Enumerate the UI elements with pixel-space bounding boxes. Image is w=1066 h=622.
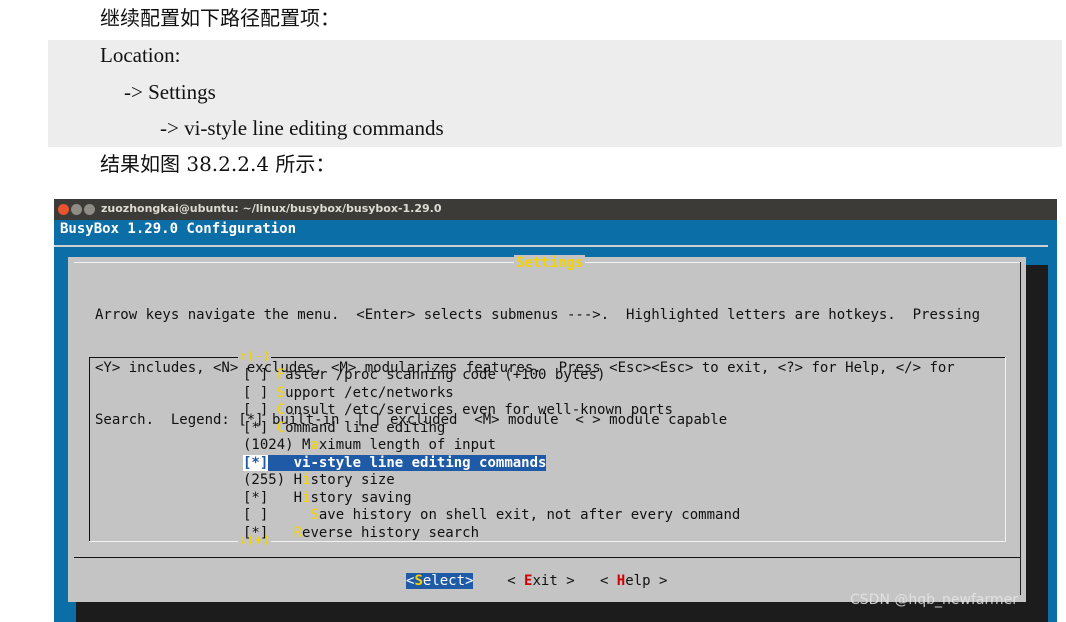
menu-item-label: i-style line editing commands	[302, 454, 547, 471]
menu-item-label: story saving	[310, 489, 412, 506]
menu-box-right	[1005, 357, 1006, 542]
menu-item-selected[interactable]: [*] vi-style line editing commands	[243, 454, 740, 473]
dialog-title: Settings	[514, 255, 586, 271]
code-box: Location: -> Settings -> vi-style line e…	[48, 40, 1062, 147]
path-vi-style: -> vi-style line editing commands	[160, 116, 444, 140]
scroll-up-indicator[interactable]: ↑(-)	[238, 349, 272, 364]
menu-item[interactable]: [ ] Consult /etc/services even for well-…	[243, 402, 740, 420]
close-icon[interactable]	[58, 204, 69, 215]
terminal-window: zuozhongkai@ubuntu: ~/linux/busybox/busy…	[54, 199, 1057, 622]
menu-item-hotkey: a	[310, 437, 319, 453]
menu-item-label: aster /proc scanning code (+100 bytes)	[285, 367, 606, 383]
help-button[interactable]: < Help >	[600, 573, 667, 589]
menu-item-hotkey: F	[276, 367, 286, 383]
menu-item-label: everse history search	[302, 524, 480, 541]
terminal-screen[interactable]: BusyBox 1.29.0 Configuration Settings Ar…	[54, 220, 1057, 622]
menu-item[interactable]: (1024) Maximum length of input	[243, 437, 740, 455]
menu-item-prefix: [ ]	[243, 507, 311, 523]
menu-item-prefix: [ ]	[243, 367, 277, 383]
menu-item-hotkey: C	[276, 419, 286, 436]
exit-label: xit	[532, 573, 558, 589]
watermark: CSDN @hqb_newfarmer	[850, 592, 1018, 608]
help-line: Arrow keys navigate the menu. <Enter> se…	[95, 307, 981, 323]
button-separator	[74, 557, 1020, 558]
window-title: zuozhongkai@ubuntu: ~/linux/busybox/busy…	[101, 202, 442, 215]
help-open: <	[599, 573, 617, 589]
menu-item-hotkey: C	[276, 402, 286, 418]
menu-item-prefix: (1024) M	[243, 437, 311, 453]
menu-item[interactable]: [*] History saving	[243, 490, 740, 508]
doc-result: 结果如图 38.2.2.4 所示：	[100, 152, 336, 176]
help-hotkey: H	[616, 573, 626, 589]
location-label: Location:	[100, 43, 181, 67]
menu-item[interactable]: [ ] Faster /proc scanning code (+100 byt…	[243, 367, 740, 385]
menu-box: ↑(-) ↓(+) [ ] Faster /proc scanning code…	[89, 349, 1006, 548]
select-hotkey: S	[414, 573, 423, 589]
menu-item-prefix: [ ]	[243, 402, 277, 418]
menu-item-label: ommand line editing	[285, 419, 446, 436]
menu-item-label: ave history on shell exit, not after eve…	[318, 507, 741, 523]
exit-close: >	[557, 573, 575, 589]
menu-box-top	[89, 357, 1006, 358]
menu-item-prefix: (255) H	[243, 472, 303, 488]
cursor: [*]	[243, 454, 269, 471]
menu-item-prefix: [ ]	[243, 384, 277, 401]
title-rule	[54, 245, 1048, 247]
minimize-icon[interactable]	[71, 204, 82, 215]
path-settings: -> Settings	[124, 80, 216, 104]
menu-item-hotkey: S	[310, 507, 319, 523]
menu-box-left	[89, 357, 90, 542]
dialog-shadow-right	[1026, 265, 1048, 622]
exit-button[interactable]: < Exit >	[507, 573, 574, 589]
selected-highlight: [*] vi-style line editing commands	[243, 454, 547, 471]
select-label: elect	[422, 573, 466, 589]
menu-item-label: upport /etc/networks	[285, 384, 454, 401]
menu-item[interactable]: [*] Reverse history search	[243, 525, 740, 543]
settings-dialog: Settings Arrow keys navigate the menu. <…	[68, 255, 1026, 602]
help-label: elp	[625, 573, 651, 589]
menu-item-label: onsult /etc/services even for well-known…	[285, 402, 673, 418]
menu-item-hotkey: S	[276, 384, 286, 401]
exit-open: <	[507, 573, 525, 589]
button-row: <Select> < Exit > < Help >	[406, 573, 667, 589]
help-close: >	[650, 573, 668, 589]
menu-item-prefix: [*]	[243, 524, 294, 541]
menu-item-hotkey: v	[293, 454, 303, 471]
menu-item[interactable]: [ ] Save history on shell exit, not afte…	[243, 507, 740, 525]
config-title: BusyBox 1.29.0 Configuration	[60, 221, 297, 237]
menu-item[interactable]: [ ] Support /etc/networks	[243, 385, 740, 403]
menu-items: [ ] Faster /proc scanning code (+100 byt…	[243, 367, 740, 542]
menu-item-label: ximum length of input	[318, 437, 496, 453]
dialog-border-right	[1020, 262, 1021, 595]
doc-intro: 继续配置如下路径配置项：	[100, 6, 340, 30]
menu-item-prefix: [*]	[243, 419, 277, 436]
menu-item-prefix: [*] H	[243, 489, 303, 506]
menu-item[interactable]: (255) History size	[243, 472, 740, 490]
window-titlebar[interactable]: zuozhongkai@ubuntu: ~/linux/busybox/busy…	[54, 199, 1057, 220]
menu-item-hotkey: R	[293, 524, 303, 541]
menu-item-label: story size	[310, 472, 395, 488]
maximize-icon[interactable]	[84, 204, 95, 215]
select-button[interactable]: <Select>	[406, 573, 474, 589]
select-close: >	[465, 573, 474, 589]
menu-item[interactable]: [*] Command line editing	[243, 420, 740, 438]
